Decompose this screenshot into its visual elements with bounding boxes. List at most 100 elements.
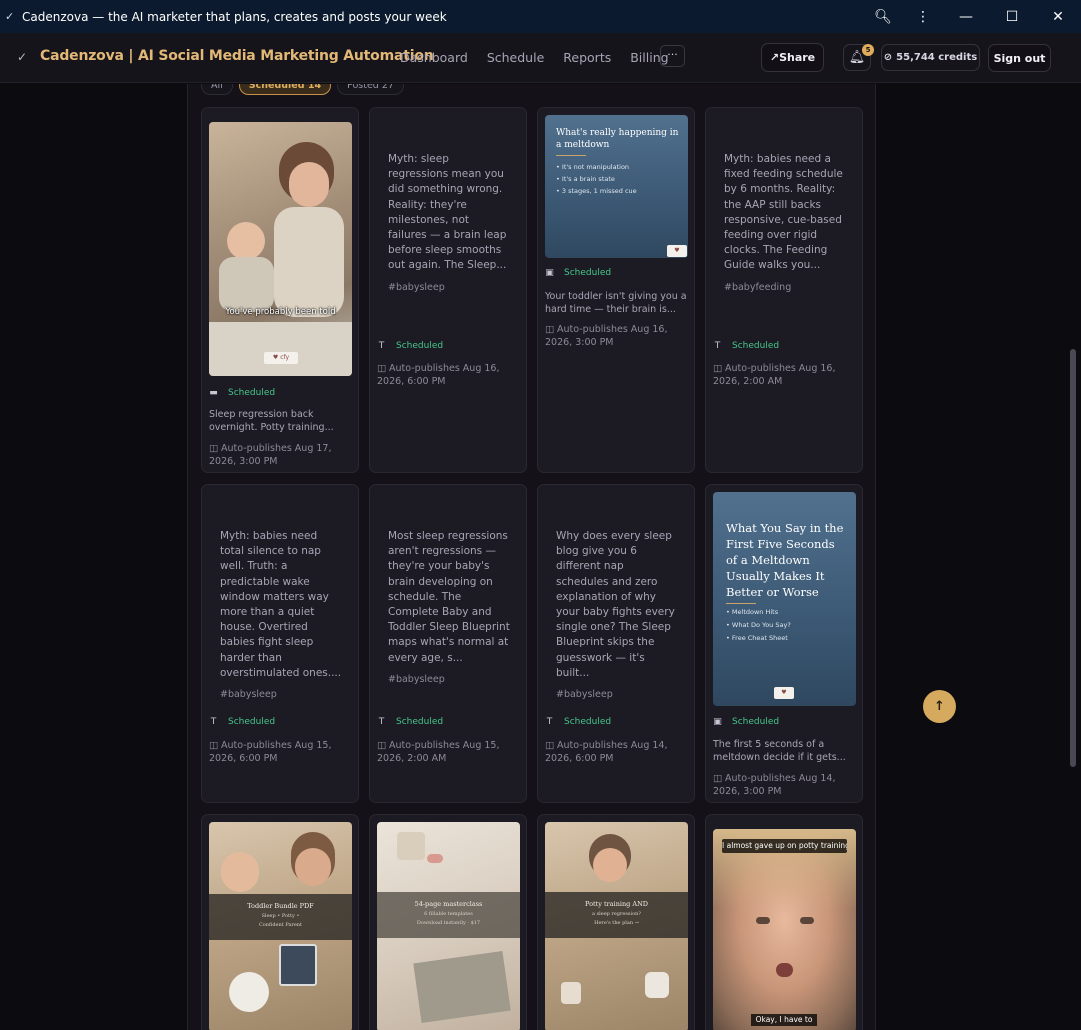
minimize-icon[interactable]: — (943, 0, 989, 33)
brand-title[interactable]: Cadenzova | AI Social Media Marketing Au… (40, 48, 434, 64)
post-card[interactable]: Why does every sleep blog give you 6 dif… (537, 484, 695, 803)
calendar-icon: ◫ (209, 740, 221, 751)
image-caption-band: Potty training AND a sleep regression? H… (545, 892, 688, 938)
calendar-icon: ◫ (545, 740, 557, 751)
calendar-icon: ◫ (377, 363, 389, 374)
post-card[interactable]: Myth: babies need total silence to nap w… (201, 484, 359, 803)
more-nav-button[interactable]: ··· (660, 45, 685, 67)
post-image: You've probably been told ♥ cfy (209, 122, 352, 376)
post-card[interactable]: What's really happening in a meltdown • … (537, 107, 695, 473)
share-button[interactable]: ↗ Share (761, 43, 824, 72)
image-icon: ▣ (545, 268, 554, 278)
logo-badge: ♥ (774, 687, 794, 699)
post-schedule: ◫ Auto-publishes Aug 16, 2026, 6:00 PM (377, 363, 500, 387)
post-image: What's really happening in a meltdown • … (545, 115, 688, 258)
post-caption: The first 5 seconds of a meltdown decide… (713, 739, 846, 763)
post-card[interactable]: Myth: babies need a fixed feeding schedu… (705, 107, 863, 473)
post-card[interactable]: 54-page masterclass 6 fillable templates… (369, 814, 527, 1030)
post-body: Myth: babies need a fixed feeding schedu… (724, 152, 846, 295)
text-icon: T (210, 717, 217, 727)
post-body: Myth: babies need total silence to nap w… (220, 529, 342, 702)
image-caption-band: 54-page masterclass 6 fillable templates… (377, 892, 520, 938)
post-hashtag: #babysleep (388, 281, 445, 293)
post-image-title: What You Say in the First Five Seconds o… (726, 521, 844, 599)
post-image: I almost gave up on potty training Okay,… (713, 829, 856, 1030)
text-icon: T (714, 341, 721, 351)
post-image: What You Say in the First Five Seconds o… (713, 492, 856, 706)
more-vert-icon[interactable]: ⋮ (903, 0, 943, 33)
main-nav: Dashboard Schedule Reports Billing (400, 50, 688, 65)
post-image-title: What's really happening in a meltdown (556, 128, 679, 150)
sign-out-button[interactable]: Sign out (988, 44, 1051, 72)
post-caption: Sleep regression back overnight. Potty t… (209, 409, 334, 433)
post-card[interactable]: Toddler Bundle PDF Sleep • Potty • Confi… (201, 814, 359, 1030)
post-card[interactable]: Most sleep regressions aren't regression… (369, 484, 527, 803)
check-icon: ✓ (17, 50, 28, 64)
post-status: T Scheduled (378, 341, 444, 351)
post-status: T Scheduled (714, 341, 780, 351)
status-filters: All Scheduled 14 Posted 27 (201, 84, 404, 95)
filter-posted[interactable]: Posted 27 (337, 84, 404, 95)
maximize-icon[interactable]: ☐ (989, 0, 1035, 33)
post-schedule: ◫ Auto-publishes Aug 17, 2026, 3:00 PM (209, 443, 332, 467)
text-icon: T (546, 717, 553, 727)
scroll-to-top-button[interactable]: ↑ (923, 690, 956, 723)
calendar-icon: ◫ (377, 740, 389, 751)
page-scrollbar[interactable] (1070, 84, 1078, 1030)
post-card[interactable]: I almost gave up on potty training Okay,… (705, 814, 863, 1030)
post-status: T Scheduled (210, 717, 276, 727)
post-schedule: ◫ Auto-publishes Aug 14, 2026, 3:00 PM (713, 773, 836, 797)
post-schedule: ◫ Auto-publishes Aug 15, 2026, 2:00 AM (377, 740, 500, 764)
image-caption-band: Toddler Bundle PDF Sleep • Potty • Confi… (209, 894, 352, 940)
nav-reports[interactable]: Reports (563, 50, 611, 65)
notification-badge: 5 (862, 44, 874, 56)
post-body: Most sleep regressions aren't regression… (388, 529, 510, 687)
share-label: Share (779, 51, 816, 64)
post-caption: Your toddler isn't giving you a hard tim… (545, 291, 687, 315)
logo-badge: ♥ (667, 245, 687, 257)
filter-scheduled[interactable]: Scheduled 14 (238, 84, 332, 95)
post-card[interactable]: Potty training AND a sleep regression? H… (537, 814, 695, 1030)
zoom-icon[interactable]: 🔍︎ (863, 0, 903, 33)
post-body: Myth: sleep regressions mean you did som… (388, 152, 510, 295)
text-icon: T (378, 341, 385, 351)
post-image: 54-page masterclass 6 fillable templates… (377, 822, 520, 1030)
post-card[interactable]: What You Say in the First Five Seconds o… (705, 484, 863, 803)
app-header: ✓ Cadenzova | AI Social Media Marketing … (0, 33, 1081, 83)
nav-schedule[interactable]: Schedule (487, 50, 544, 65)
post-card[interactable]: Myth: sleep regressions mean you did som… (369, 107, 527, 473)
post-hashtag: #babysleep (556, 689, 613, 701)
main-content[interactable]: All Scheduled 14 Posted 27 You've probab… (0, 84, 1081, 1030)
scrollbar-thumb[interactable] (1070, 349, 1076, 767)
post-schedule: ◫ Auto-publishes Aug 16, 2026, 3:00 PM (545, 324, 668, 348)
post-status: ▣ Scheduled (545, 268, 612, 278)
arrow-up-icon: ↑ (934, 699, 945, 714)
post-schedule: ◫ Auto-publishes Aug 14, 2026, 6:00 PM (545, 740, 668, 764)
post-status: ▬ Scheduled (209, 388, 276, 398)
window-titlebar: ✓ Cadenzova — the AI marketer that plans… (0, 0, 1081, 33)
post-status: ▣ Scheduled (713, 717, 780, 727)
calendar-icon: ◫ (209, 443, 221, 454)
post-schedule: ◫ Auto-publishes Aug 16, 2026, 2:00 AM (713, 363, 836, 387)
post-image-subtitle: Okay, I have to (751, 1014, 817, 1026)
logo-badge: ♥ cfy (264, 352, 298, 364)
share-icon: ↗ (769, 51, 780, 64)
video-icon: ▬ (209, 388, 218, 398)
calendar-icon: ◫ (545, 324, 557, 335)
filter-all[interactable]: All (201, 84, 233, 95)
post-hashtag: #babyfeeding (724, 281, 792, 293)
nav-dashboard[interactable]: Dashboard (400, 50, 468, 65)
credits-button[interactable]: ⊘ 55,744 credits (881, 44, 980, 71)
post-card[interactable]: You've probably been told ♥ cfy ▬ Schedu… (201, 107, 359, 473)
post-body: Why does every sleep blog give you 6 dif… (556, 529, 678, 702)
close-icon[interactable]: ✕ (1035, 0, 1081, 33)
calendar-icon: ◫ (713, 773, 725, 784)
credits-label: 55,744 credits (896, 52, 978, 63)
window-title: Cadenzova — the AI marketer that plans, … (22, 9, 447, 24)
post-image-overlay: You've probably been told (225, 307, 336, 317)
link-icon: ⊘ (883, 52, 893, 63)
post-image-overlay: I almost gave up on potty training (722, 839, 847, 853)
post-schedule: ◫ Auto-publishes Aug 15, 2026, 6:00 PM (209, 740, 332, 764)
check-icon: ✓ (5, 9, 15, 23)
post-status: T Scheduled (546, 717, 612, 727)
